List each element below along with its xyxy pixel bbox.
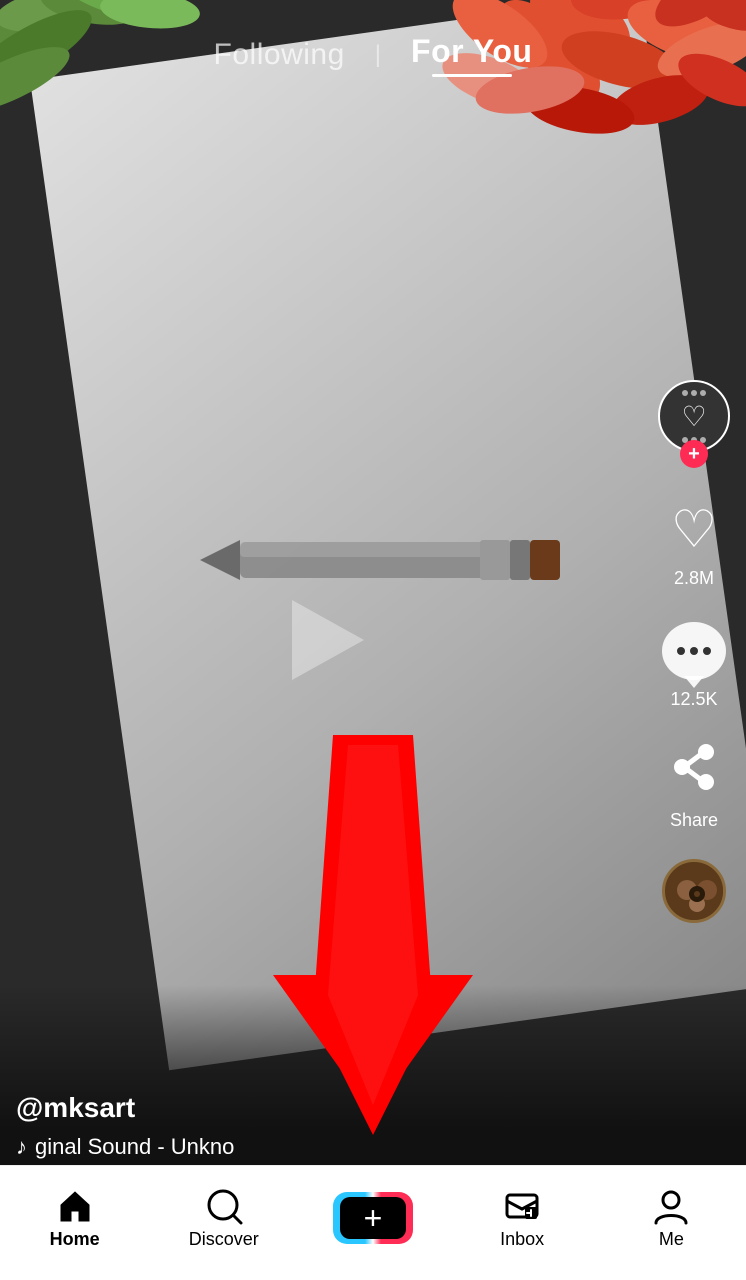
- follow-button[interactable]: +: [680, 440, 708, 468]
- comments-count: 12.5K: [670, 689, 717, 710]
- share-icon: [664, 742, 724, 802]
- share-label: Share: [670, 810, 718, 831]
- inbox-icon: [503, 1187, 541, 1225]
- like-icon-container: ♡: [660, 496, 728, 564]
- avatar-decoration: [682, 390, 706, 396]
- me-label: Me: [659, 1229, 684, 1250]
- active-underline: [432, 74, 512, 77]
- following-tab[interactable]: Following: [214, 38, 345, 72]
- music-row: ♪ ginal Sound - Unkno: [16, 1134, 646, 1160]
- avatar-heart-icon: ♡: [681, 400, 706, 433]
- for-you-tab[interactable]: For You: [411, 33, 532, 77]
- username[interactable]: @mksart: [16, 1092, 646, 1124]
- nav-divider: |: [375, 41, 381, 69]
- discover-icon: [205, 1187, 243, 1225]
- music-note-icon: ♪: [16, 1134, 27, 1160]
- nav-inbox[interactable]: Inbox: [482, 1187, 562, 1250]
- nav-create[interactable]: +: [333, 1192, 413, 1244]
- home-icon: [56, 1187, 94, 1225]
- music-label: ginal Sound - Unkno: [35, 1134, 234, 1160]
- heart-icon: ♡: [671, 500, 718, 560]
- nav-home[interactable]: Home: [35, 1187, 115, 1250]
- home-label: Home: [50, 1229, 100, 1250]
- comment-dots: [677, 647, 711, 655]
- comment-bubble-icon: [662, 622, 726, 680]
- likes-count: 2.8M: [674, 568, 714, 589]
- discover-label: Discover: [189, 1229, 259, 1250]
- top-navigation: Following | For You: [0, 0, 746, 90]
- share-icon-container: [660, 738, 728, 806]
- inbox-label: Inbox: [500, 1229, 544, 1250]
- music-disc-action[interactable]: [662, 859, 726, 923]
- music-disc-icon: [662, 859, 726, 923]
- nav-me[interactable]: Me: [631, 1187, 711, 1250]
- action-sidebar: ♡ + ♡ 2.8M 12.5K: [658, 380, 730, 923]
- bottom-navigation: Home Discover + Inbox Me: [0, 1165, 746, 1280]
- profile-icon: [652, 1187, 690, 1225]
- nav-discover[interactable]: Discover: [184, 1187, 264, 1250]
- video-info: @mksart ♪ ginal Sound - Unkno: [16, 1092, 646, 1160]
- create-button[interactable]: +: [333, 1192, 413, 1244]
- share-action[interactable]: Share: [660, 738, 728, 831]
- comment-icon-container: [660, 617, 728, 685]
- like-action[interactable]: ♡ 2.8M: [660, 496, 728, 589]
- comment-action[interactable]: 12.5K: [660, 617, 728, 710]
- play-button-overlay[interactable]: [292, 600, 364, 680]
- plus-icon: +: [340, 1197, 406, 1239]
- creator-avatar[interactable]: ♡ +: [658, 380, 730, 468]
